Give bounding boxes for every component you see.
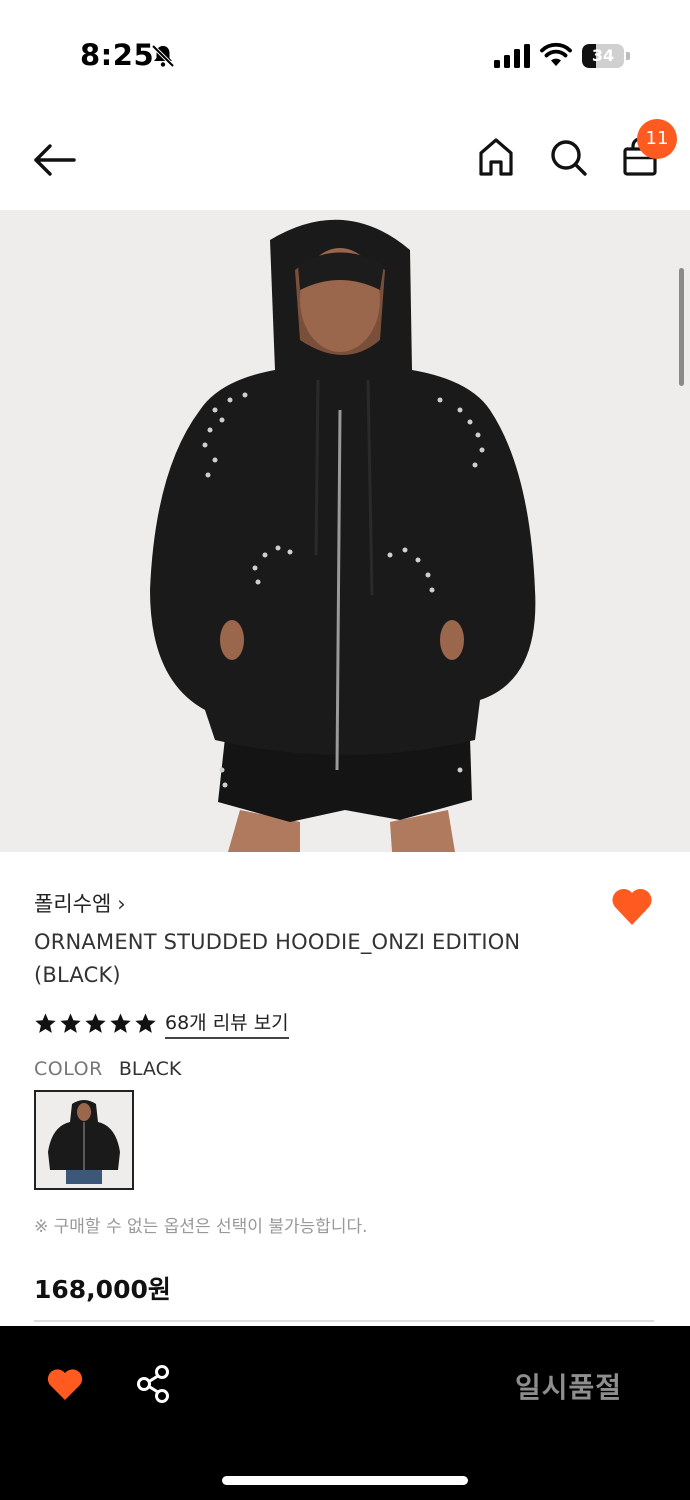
color-row: COLOR BLACK (34, 1058, 181, 1080)
star-icon (135, 1012, 156, 1033)
bottom-action-bar: 일시품절 (0, 1326, 690, 1500)
cart-count-badge: 11 (637, 119, 677, 159)
product-photo-illustration (0, 210, 690, 852)
star-icon (110, 1012, 131, 1033)
image-scroll-indicator[interactable] (679, 268, 684, 386)
cellular-signal-icon (494, 44, 530, 68)
star-icon (60, 1012, 81, 1033)
rating-row: 68개 리뷰 보기 (34, 1008, 289, 1039)
product-price: 168,000원 (34, 1275, 171, 1304)
review-link[interactable]: 68개 리뷰 보기 (165, 1008, 289, 1039)
status-time: 8:25 (80, 38, 155, 72)
battery-percent: 34 (591, 46, 615, 65)
status-bar: 8:25 34 (0, 0, 690, 110)
wishlist-heart-icon[interactable] (610, 885, 654, 927)
divider (34, 1320, 654, 1322)
chevron-right-icon: › (117, 892, 126, 916)
share-icon[interactable] (134, 1364, 172, 1404)
wifi-icon (540, 42, 572, 66)
home-indicator[interactable] (222, 1476, 468, 1485)
search-icon[interactable] (548, 136, 588, 178)
top-nav-bar: 11 (0, 110, 690, 210)
brand-name: 폴리수엠 (34, 892, 112, 916)
home-icon[interactable] (476, 136, 516, 178)
color-value: BLACK (118, 1058, 182, 1080)
product-title: ORNAMENT STUDDED HOODIE_ONZI EDITION (BL… (34, 930, 521, 987)
star-icon (35, 1012, 56, 1033)
star-icon (85, 1012, 106, 1033)
bell-slash-icon (151, 44, 175, 68)
back-arrow-icon[interactable] (32, 140, 76, 180)
battery-icon: 34 (582, 44, 630, 68)
option-notice: ※ 구매할 수 없는 옵션은 선택이 불가능합니다. (34, 1217, 368, 1237)
brand-link[interactable]: 폴리수엠 › (34, 888, 126, 918)
sold-out-button[interactable]: 일시품절 (515, 1366, 622, 1406)
color-label: COLOR (34, 1058, 103, 1080)
swatch-thumbnail (36, 1092, 132, 1188)
product-image[interactable] (0, 210, 690, 852)
heart-icon[interactable] (46, 1366, 84, 1402)
color-swatch-black[interactable] (34, 1090, 134, 1190)
rating-stars (34, 1012, 157, 1035)
